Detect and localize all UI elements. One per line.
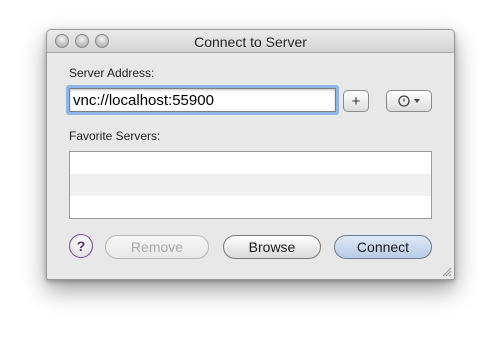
help-button[interactable]: ? [69,234,93,258]
connect-button[interactable]: Connect [334,235,432,259]
list-item[interactable] [70,152,431,174]
plus-icon: + [351,92,361,110]
list-item[interactable] [70,196,431,218]
recent-servers-button[interactable] [386,90,432,112]
browse-button[interactable]: Browse [223,235,321,259]
server-address-input[interactable] [69,88,336,112]
connect-to-server-window: Connect to Server Server Address: + Favo… [46,29,455,280]
remove-button[interactable]: Remove [105,235,209,259]
question-icon: ? [76,238,86,254]
recent-servers-icon [398,95,420,107]
list-item[interactable] [70,174,431,196]
title-bar[interactable]: Connect to Server [47,30,454,53]
server-address-label: Server Address: [69,66,155,80]
add-favorite-button[interactable]: + [343,90,369,112]
resize-grip-icon[interactable] [440,265,452,277]
favorite-servers-list[interactable] [69,151,432,219]
window-title: Connect to Server [194,34,307,50]
favorite-servers-label: Favorite Servers: [69,129,161,143]
